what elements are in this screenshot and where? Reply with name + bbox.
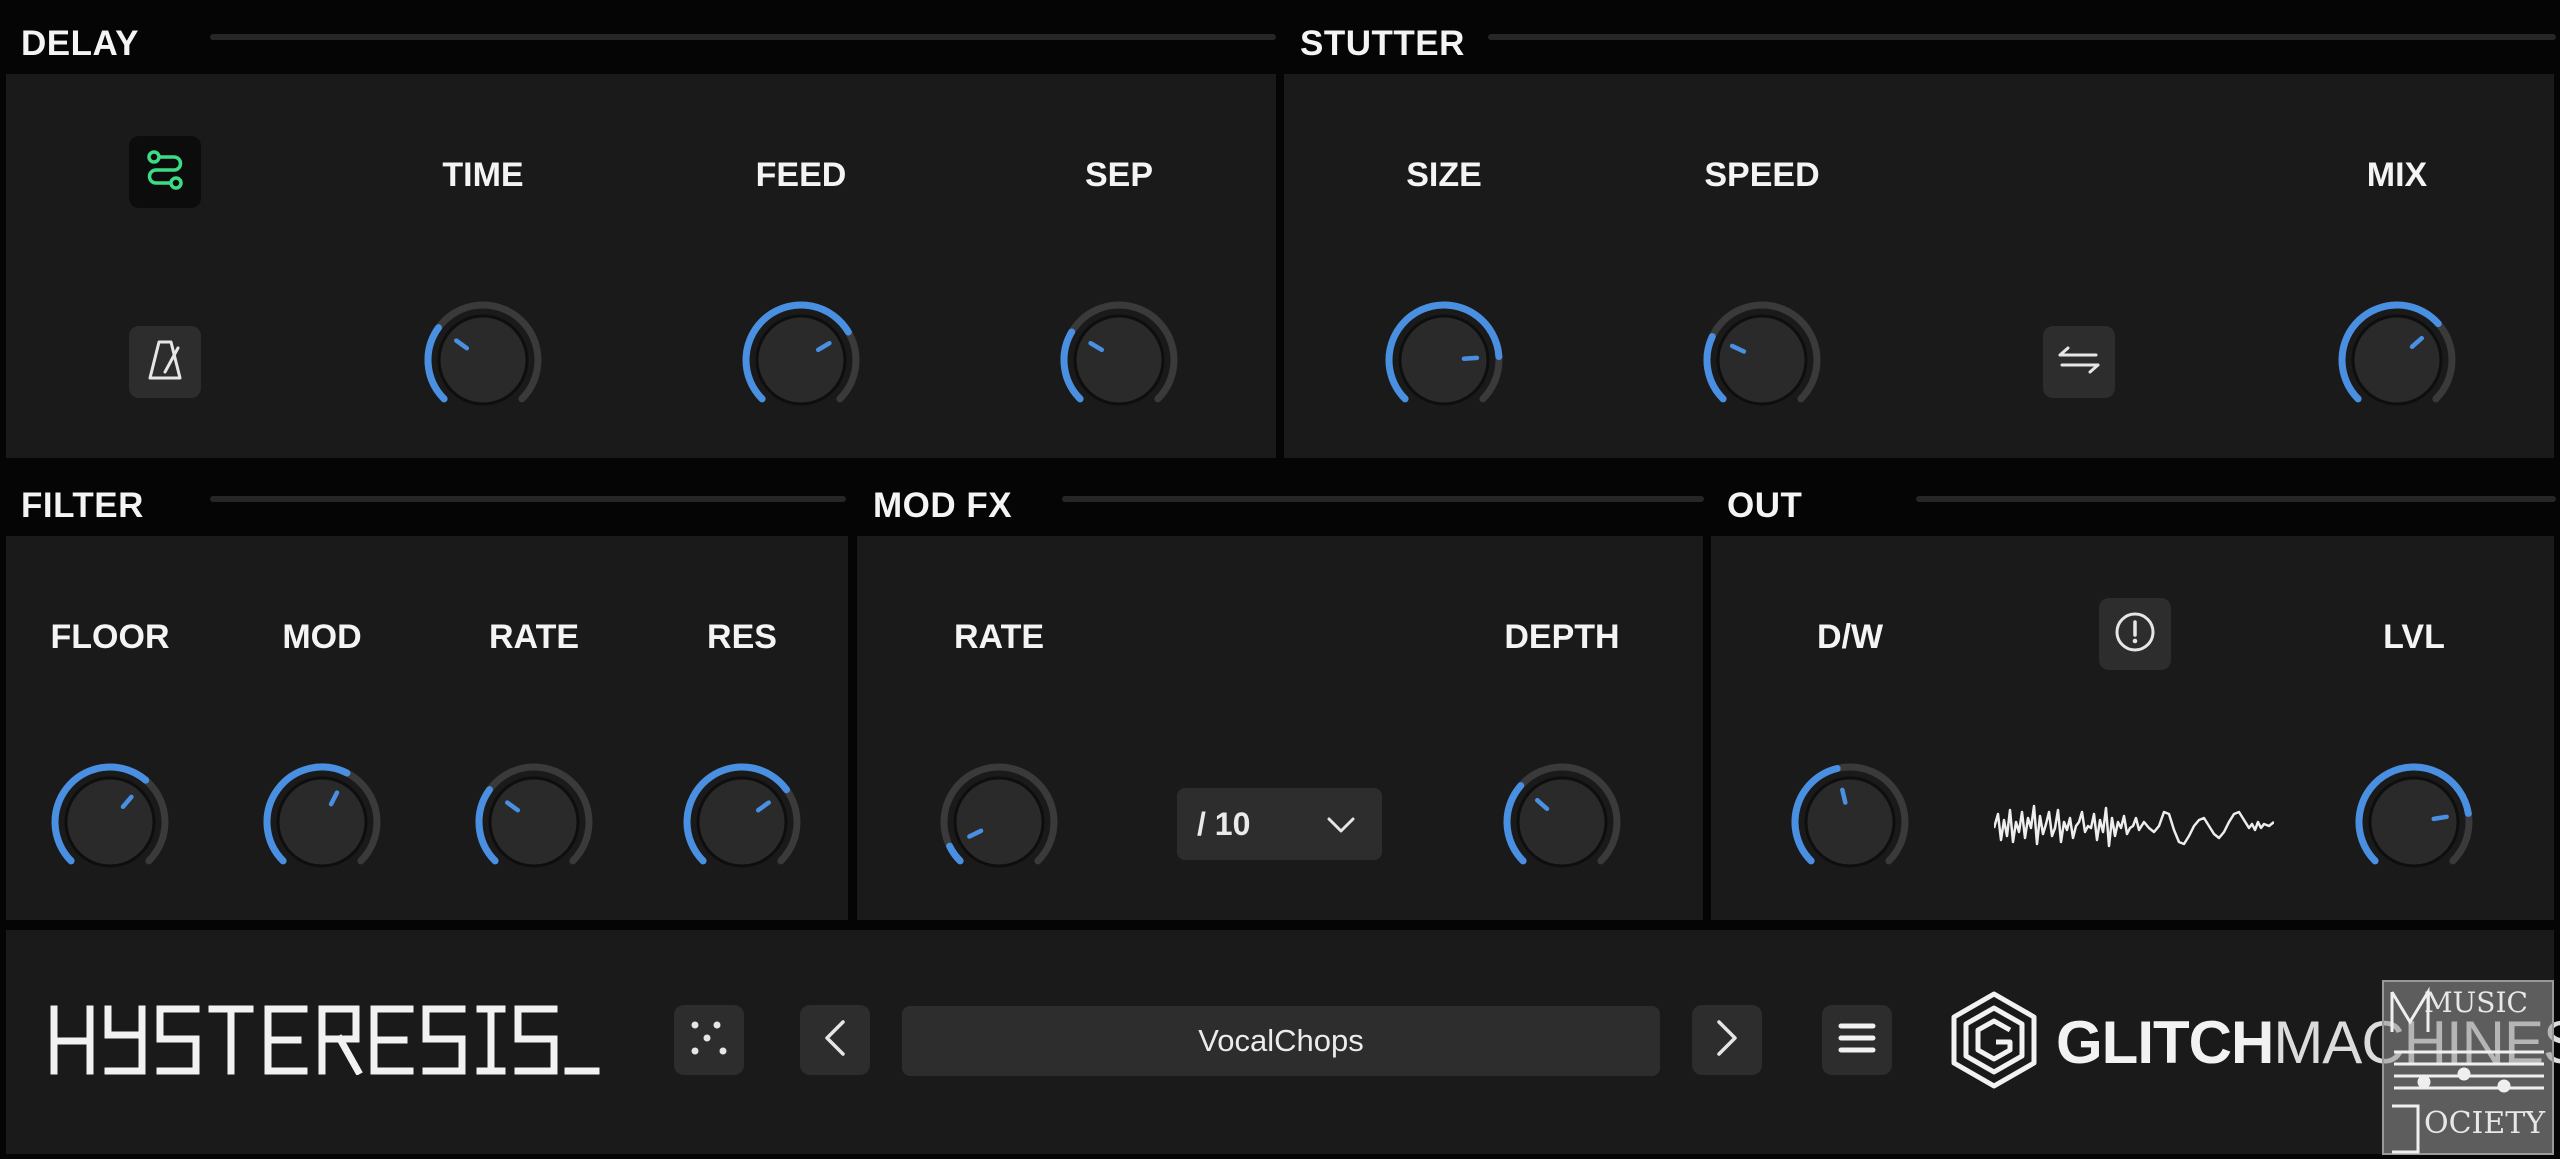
delay-feed-label: FEED — [755, 156, 847, 194]
chevron-right-icon — [1713, 1018, 1741, 1063]
section-title-modfx: MOD FX — [873, 486, 1013, 525]
delay-sync-button[interactable] — [129, 136, 201, 208]
randomize-button[interactable] — [674, 1005, 744, 1075]
stutter-reverse-button[interactable] — [2043, 326, 2115, 398]
knob-indicator — [1840, 787, 1848, 805]
sync-path-icon — [143, 148, 187, 197]
chevron-down-icon — [1326, 806, 1356, 843]
knob-indicator — [1461, 355, 1480, 361]
knob-body — [488, 776, 580, 868]
filter-floor-knob[interactable] — [46, 758, 174, 886]
out-dw-knob[interactable] — [1786, 758, 1914, 886]
knob-body — [1804, 776, 1896, 868]
knob-body — [755, 314, 847, 406]
stutter-mix-label: MIX — [2366, 156, 2428, 194]
section-divider — [210, 496, 846, 502]
music-society-watermark: MUSIC OCIETY — [2382, 980, 2554, 1155]
company-name-bold: GLITCH — [2056, 1008, 2274, 1076]
stutter-size-knob[interactable] — [1380, 296, 1508, 424]
out-info-button[interactable] — [2099, 598, 2171, 670]
stutter-speed-knob[interactable] — [1698, 296, 1826, 424]
section-divider — [1916, 496, 2556, 502]
hysteresis-logo: HYSTERESIS_ — [50, 1005, 600, 1080]
filter-res-knob[interactable] — [678, 758, 806, 886]
output-waveform — [1992, 792, 2275, 862]
section-title-stutter: STUTTER — [1300, 24, 1465, 63]
delay-time-knob[interactable] — [419, 296, 547, 424]
out-lvl-label: LVL — [2383, 618, 2445, 656]
modfx-depth-knob[interactable] — [1498, 758, 1626, 886]
next-preset-button[interactable] — [1692, 1005, 1762, 1075]
filter-rate-knob[interactable] — [470, 758, 598, 886]
delay-feed-knob[interactable] — [737, 296, 865, 424]
knob-body — [64, 776, 156, 868]
section-divider — [1488, 34, 2556, 40]
stutter-mix-knob[interactable] — [2333, 296, 2461, 424]
chevron-left-icon — [821, 1018, 849, 1063]
out-lvl-knob[interactable] — [2350, 758, 2478, 886]
modfx-rate-knob[interactable] — [935, 758, 1063, 886]
knob-value-arc — [946, 842, 964, 865]
section-divider — [1062, 496, 1704, 502]
previous-preset-button[interactable] — [800, 1005, 870, 1075]
filter-mod-label: MOD — [282, 618, 362, 656]
modfx-division-select[interactable]: / 10 — [1177, 788, 1382, 860]
knob-body — [1716, 314, 1808, 406]
dice-icon — [687, 1016, 731, 1065]
swap-arrows-icon — [2056, 345, 2102, 380]
section-divider — [210, 34, 1276, 40]
knob-body — [2368, 776, 2460, 868]
knob-body — [1516, 776, 1608, 868]
section-title-filter: FILTER — [21, 486, 144, 525]
delay-time-label: TIME — [442, 156, 524, 194]
knob-body — [437, 314, 529, 406]
delay-tempo-sync-button[interactable] — [129, 326, 201, 398]
delay-sep-knob[interactable] — [1055, 296, 1183, 424]
knob-body — [696, 776, 788, 868]
knob-indicator — [2431, 814, 2449, 822]
glitchmachines-mark-icon — [1950, 990, 2038, 1095]
filter-floor-label: FLOOR — [50, 618, 170, 656]
division-value: / 10 — [1197, 805, 1251, 842]
section-title-delay: DELAY — [21, 24, 139, 63]
knob-body — [2351, 314, 2443, 406]
metronome-icon — [145, 338, 185, 387]
knob-body — [1073, 314, 1165, 406]
filter-mod-knob[interactable] — [258, 758, 386, 886]
stutter-size-label: SIZE — [1406, 156, 1482, 194]
preset-name-display[interactable]: VocalChops — [902, 1006, 1660, 1076]
knob-body — [276, 776, 368, 868]
menu-button[interactable] — [1822, 1005, 1892, 1075]
section-title-out: OUT — [1727, 486, 1803, 525]
modfx-rate-label: RATE — [953, 618, 1045, 656]
delay-sep-label: SEP — [1084, 156, 1154, 194]
knob-body — [953, 776, 1045, 868]
stutter-speed-label: SPEED — [1704, 156, 1820, 194]
out-dw-label: D/W — [1816, 618, 1884, 656]
modfx-depth-label: DEPTH — [1504, 618, 1620, 656]
alert-icon — [2113, 610, 2157, 659]
filter-rate-label: RATE — [488, 618, 580, 656]
filter-res-label: RES — [707, 618, 777, 656]
hamburger-menu-icon — [1837, 1021, 1877, 1060]
